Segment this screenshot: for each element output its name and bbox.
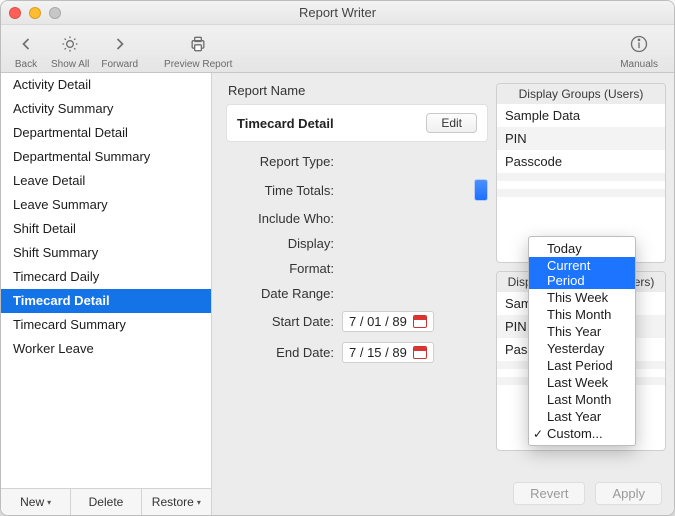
date-range-dropdown[interactable]: TodayCurrent PeriodThis WeekThis MonthTh… (528, 236, 636, 446)
chevron-down-icon: ▾ (47, 498, 51, 507)
back-button[interactable] (13, 31, 39, 57)
report-type-label: Report Type: (226, 154, 342, 169)
sidebar: Activity DetailActivity SummaryDepartmen… (1, 73, 212, 515)
revert-button[interactable]: Revert (513, 482, 585, 505)
display-label: Display: (226, 236, 342, 251)
dropdown-item[interactable]: Today (529, 240, 635, 257)
sidebar-item[interactable]: Worker Leave (1, 337, 211, 361)
dropdown-item[interactable]: This Year (529, 323, 635, 340)
sidebar-item[interactable]: Departmental Summary (1, 145, 211, 169)
calendar-icon[interactable] (413, 315, 427, 328)
list-item[interactable] (497, 181, 665, 189)
new-button[interactable]: New▾ (1, 489, 71, 515)
list-item[interactable] (497, 173, 665, 181)
report-name-label: Report Name (228, 83, 488, 98)
dropdown-item[interactable]: This Month (529, 306, 635, 323)
show-all-label: Show All (51, 59, 89, 70)
date-range-label: Date Range: (226, 286, 342, 301)
preview-report-label: Preview Report (164, 59, 232, 70)
sidebar-item[interactable]: Timecard Summary (1, 313, 211, 337)
show-all-button[interactable] (57, 31, 83, 57)
sidebar-item[interactable]: Departmental Detail (1, 121, 211, 145)
dropdown-item[interactable]: Last Period (529, 357, 635, 374)
dropdown-item[interactable]: This Week (529, 289, 635, 306)
delete-button[interactable]: Delete (71, 489, 141, 515)
report-list[interactable]: Activity DetailActivity SummaryDepartmen… (1, 73, 211, 488)
sidebar-item[interactable]: Shift Summary (1, 241, 211, 265)
center-panel: Report Name Timecard Detail Edit Report … (226, 83, 488, 505)
end-date-label: End Date: (226, 345, 342, 360)
manuals-button[interactable] (626, 31, 652, 57)
start-date-value: 7 / 01 / 89 (349, 314, 407, 329)
time-totals-stepper[interactable] (474, 179, 488, 201)
list-item[interactable]: Sample Data (497, 104, 665, 127)
report-name-box: Timecard Detail Edit (226, 104, 488, 142)
sidebar-item[interactable]: Timecard Detail (1, 289, 211, 313)
list-item[interactable] (497, 197, 665, 205)
titlebar: Report Writer (1, 1, 674, 25)
format-label: Format: (226, 261, 342, 276)
forward-button[interactable] (107, 31, 133, 57)
sidebar-item[interactable]: Activity Detail (1, 73, 211, 97)
sidebar-item[interactable]: Leave Summary (1, 193, 211, 217)
dropdown-item[interactable]: Current Period (529, 257, 635, 289)
report-name-value: Timecard Detail (237, 116, 334, 131)
start-date-label: Start Date: (226, 314, 342, 329)
display-groups-users-title: Display Groups (Users) (497, 84, 665, 104)
forward-label: Forward (101, 59, 138, 70)
sidebar-item[interactable]: Leave Detail (1, 169, 211, 193)
dropdown-item[interactable]: Last Month (529, 391, 635, 408)
chevron-down-icon: ▾ (197, 498, 201, 507)
edit-button[interactable]: Edit (426, 113, 477, 133)
end-date-value: 7 / 15 / 89 (349, 345, 407, 360)
sidebar-item[interactable]: Activity Summary (1, 97, 211, 121)
include-who-label: Include Who: (226, 211, 342, 226)
manuals-label: Manuals (620, 59, 658, 70)
list-item[interactable]: Passcode (497, 150, 665, 173)
back-label: Back (15, 59, 37, 70)
start-date-input[interactable]: 7 / 01 / 89 (342, 311, 434, 332)
list-item[interactable]: PIN (497, 127, 665, 150)
toolbar: Back Show All Forward (1, 25, 674, 73)
list-item[interactable] (497, 189, 665, 197)
restore-button[interactable]: Restore▾ (142, 489, 211, 515)
end-date-input[interactable]: 7 / 15 / 89 (342, 342, 434, 363)
sidebar-item[interactable]: Shift Detail (1, 217, 211, 241)
check-icon: ✓ (533, 427, 543, 441)
time-totals-label: Time Totals: (226, 183, 342, 198)
calendar-icon[interactable] (413, 346, 427, 359)
sidebar-item[interactable]: Timecard Daily (1, 265, 211, 289)
dropdown-item[interactable]: Yesterday (529, 340, 635, 357)
dropdown-item[interactable]: ✓Custom... (529, 425, 635, 442)
apply-button[interactable]: Apply (595, 482, 662, 505)
preview-report-button[interactable] (185, 31, 211, 57)
dropdown-item[interactable]: Last Week (529, 374, 635, 391)
dropdown-item[interactable]: Last Year (529, 408, 635, 425)
window-title: Report Writer (1, 5, 674, 20)
